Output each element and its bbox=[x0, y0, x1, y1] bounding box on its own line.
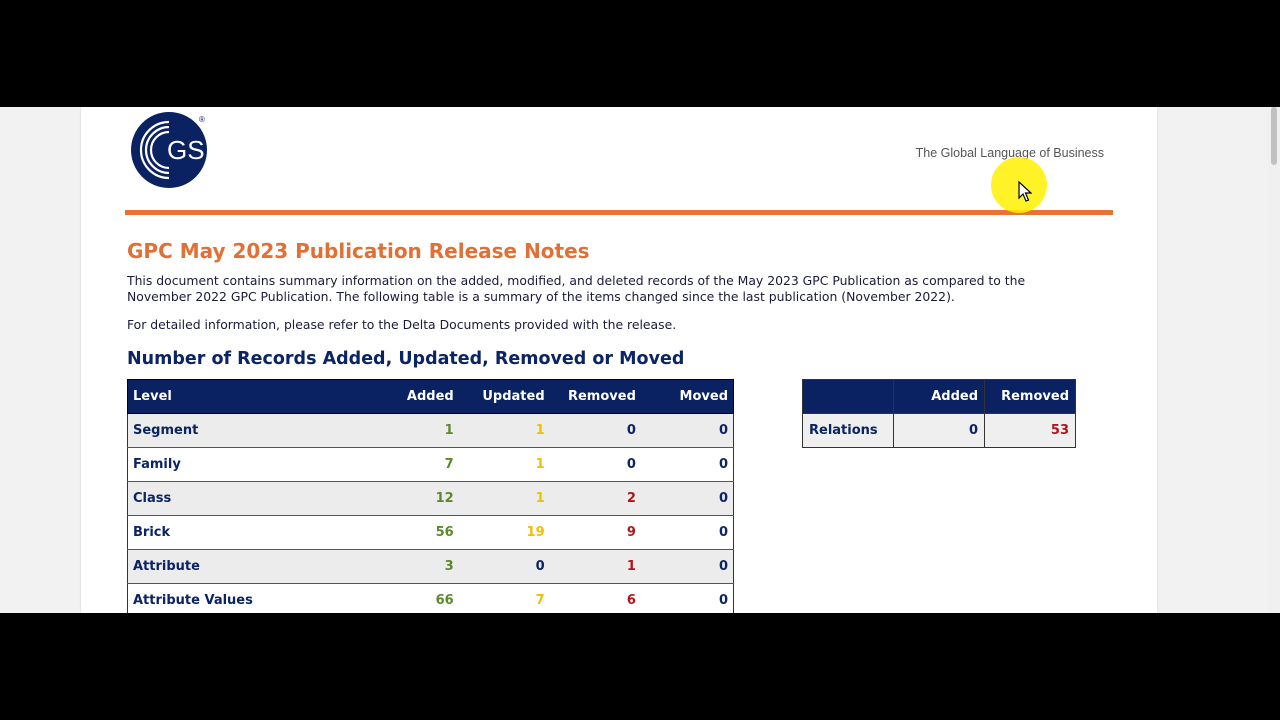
updated-cell: 1 bbox=[458, 413, 550, 448]
added-cell: 7 bbox=[378, 447, 459, 482]
level-cell: Attribute bbox=[127, 549, 379, 584]
table-row: Segment 1 1 0 0 bbox=[127, 413, 734, 448]
mouse-pointer-icon bbox=[1018, 181, 1032, 202]
records-table: Level Added Updated Removed Moved Segmen… bbox=[127, 379, 734, 613]
page-title: GPC May 2023 Publication Release Notes bbox=[127, 239, 590, 263]
document-viewport: GS1 ® The Global Language of Business GP… bbox=[0, 107, 1280, 613]
table-row: Relations 0 53 bbox=[802, 413, 1076, 448]
updated-cell: 7 bbox=[458, 583, 550, 613]
table-row: Brick 56 19 9 0 bbox=[127, 515, 734, 550]
col-level: Level bbox=[127, 379, 379, 414]
level-cell: Attribute Values bbox=[127, 583, 379, 613]
removed-cell: 0 bbox=[549, 413, 641, 448]
removed-cell: 6 bbox=[549, 583, 641, 613]
logo-text: GS1 bbox=[167, 135, 219, 165]
level-cell: Class bbox=[127, 481, 379, 516]
relations-removed-cell: 53 bbox=[984, 413, 1076, 448]
level-cell: Family bbox=[127, 447, 379, 482]
moved-cell: 0 bbox=[640, 481, 734, 516]
removed-cell: 1 bbox=[549, 549, 641, 584]
vertical-scrollbar[interactable] bbox=[1268, 107, 1280, 613]
updated-cell: 0 bbox=[458, 549, 550, 584]
registered-mark: ® bbox=[199, 115, 205, 124]
added-cell: 3 bbox=[378, 549, 459, 584]
moved-cell: 0 bbox=[640, 583, 734, 613]
table-row: Class 12 1 2 0 bbox=[127, 481, 734, 516]
moved-cell: 0 bbox=[640, 413, 734, 448]
delta-docs-paragraph: For detailed information, please refer t… bbox=[127, 317, 677, 332]
table-row: Family 7 1 0 0 bbox=[127, 447, 734, 482]
relations-table: Added Removed Relations 0 53 bbox=[802, 379, 1076, 448]
relations-col-blank bbox=[802, 379, 894, 414]
col-moved: Moved bbox=[640, 379, 734, 414]
intro-line-1: This document contains summary informati… bbox=[127, 273, 1026, 288]
col-removed: Removed bbox=[549, 379, 641, 414]
removed-cell: 2 bbox=[549, 481, 641, 516]
table-row: Attribute Values 66 7 6 0 bbox=[127, 583, 734, 613]
table-row: Attribute 3 0 1 0 bbox=[127, 549, 734, 584]
added-cell: 66 bbox=[378, 583, 459, 613]
moved-cell: 0 bbox=[640, 515, 734, 550]
col-updated: Updated bbox=[458, 379, 550, 414]
level-cell: Segment bbox=[127, 413, 379, 448]
relations-added-cell: 0 bbox=[893, 413, 985, 448]
section-title: Number of Records Added, Updated, Remove… bbox=[127, 349, 685, 369]
intro-line-2: November 2022 GPC Publication. The follo… bbox=[127, 289, 955, 304]
updated-cell: 1 bbox=[458, 481, 550, 516]
col-added: Added bbox=[378, 379, 459, 414]
added-cell: 1 bbox=[378, 413, 459, 448]
moved-cell: 0 bbox=[640, 447, 734, 482]
relations-table-header: Added Removed bbox=[802, 379, 1076, 414]
records-table-header: Level Added Updated Removed Moved bbox=[127, 379, 734, 414]
updated-cell: 19 bbox=[458, 515, 550, 550]
removed-cell: 0 bbox=[549, 447, 641, 482]
removed-cell: 9 bbox=[549, 515, 641, 550]
added-cell: 56 bbox=[378, 515, 459, 550]
relations-level-cell: Relations bbox=[802, 413, 894, 448]
level-cell: Brick bbox=[127, 515, 379, 550]
moved-cell: 0 bbox=[640, 549, 734, 584]
intro-paragraph: This document contains summary informati… bbox=[127, 273, 1087, 305]
relations-col-added: Added bbox=[893, 379, 985, 414]
gs1-logo: GS1 ® bbox=[131, 110, 231, 190]
scrollbar-thumb[interactable] bbox=[1271, 107, 1277, 165]
relations-col-removed: Removed bbox=[984, 379, 1076, 414]
updated-cell: 1 bbox=[458, 447, 550, 482]
orange-divider bbox=[125, 210, 1113, 215]
added-cell: 12 bbox=[378, 481, 459, 516]
